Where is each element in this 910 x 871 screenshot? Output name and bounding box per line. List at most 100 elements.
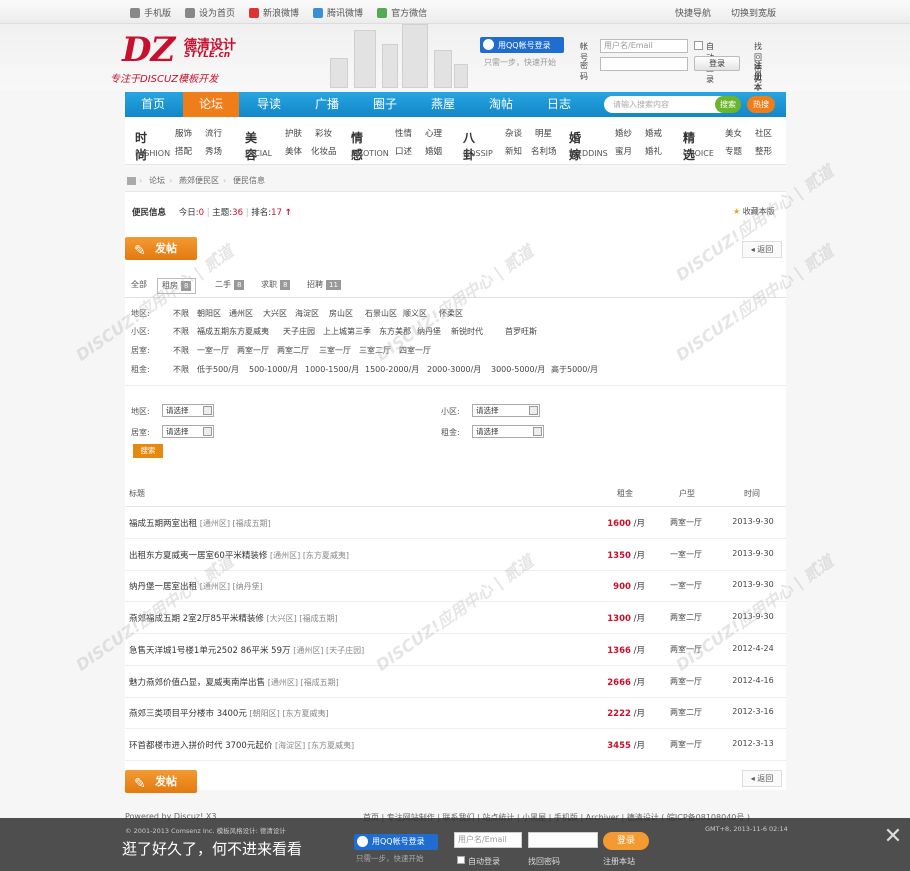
nav-hot-search-button[interactable]: 热搜 xyxy=(747,96,775,113)
nav-yanwu[interactable]: 燕屋 xyxy=(415,92,471,117)
listing-tags[interactable]: [大兴区] [福成五期] xyxy=(267,614,338,623)
table-row[interactable]: 纳丹堡一居室出租 [通州区] [纳丹堡] 900 /月 一室一厅 2013-9-30 xyxy=(125,570,786,603)
category-link[interactable]: 婚戒 xyxy=(645,127,662,139)
home-icon[interactable] xyxy=(127,177,136,185)
category-link[interactable]: 婚礼 xyxy=(645,145,662,157)
new-post-button-top[interactable]: ✎ 发帖 xyxy=(125,237,197,260)
qq-login-button[interactable]: 用QQ帐号登录 xyxy=(480,37,564,53)
bar-password-input[interactable] xyxy=(528,832,598,848)
filter-option[interactable]: 高于5000/月 xyxy=(551,364,598,375)
wide-mode-link[interactable]: 切换到宽版 xyxy=(731,6,776,19)
tab-hiring[interactable]: 招聘 11 xyxy=(303,278,345,294)
table-row[interactable]: 出租东方夏威夷一居室60平米精装修 [通州区] [东方夏威夷] 1350 /月 一室… xyxy=(125,539,786,571)
account-input[interactable]: 用户名/Email xyxy=(600,39,688,53)
filter-option[interactable]: 纳丹堡 xyxy=(417,326,441,337)
filter-option[interactable]: 怀柔区 xyxy=(439,308,463,319)
listing-title[interactable]: 燕郊三类项目平分楼市 3400元 xyxy=(129,709,247,719)
nav-guide[interactable]: 导读 xyxy=(241,92,297,117)
category-link[interactable]: 婚姻 xyxy=(425,145,442,157)
nav-broadcast[interactable]: 广播 xyxy=(299,92,355,117)
breadcrumb-section[interactable]: 燕郊便民区 xyxy=(179,172,219,190)
table-row[interactable]: 环首都楼市进入拼价时代 3700元起价 [海淀区] [东方夏威夷] 3455 /月… xyxy=(125,729,786,761)
table-row[interactable]: 急售天洋城1号楼1单元2502 86平米 59万 [通州区] [天子庄园] 136… xyxy=(125,634,786,666)
filter-option[interactable]: 不限 xyxy=(173,326,189,337)
category-link[interactable]: 性情 xyxy=(395,127,412,139)
filter-option[interactable]: 海淀区 xyxy=(295,308,319,319)
listing-tags[interactable]: [通州区] [纳丹堡] xyxy=(200,582,263,591)
category-link[interactable]: 新知 xyxy=(505,145,522,157)
category-link[interactable]: 心理 xyxy=(425,127,442,139)
table-row[interactable]: 福成五期两室出租 [通州区] [福成五期] 1600 /月 两室一厅 2013-9-3… xyxy=(125,507,786,539)
category-link[interactable]: 口述 xyxy=(395,145,412,157)
listing-tags[interactable]: [朝阳区] [东方夏威夷] xyxy=(250,709,329,718)
tab-job-seeking[interactable]: 求职 8 xyxy=(257,278,294,294)
filter-option[interactable]: 不限 xyxy=(173,345,189,356)
filter-option[interactable]: 朝阳区 xyxy=(197,308,221,319)
filter-option[interactable]: 东方美郡 xyxy=(379,326,411,337)
password-input[interactable] xyxy=(600,57,688,71)
filter-search-button[interactable]: 搜索 xyxy=(133,444,163,458)
filter-option[interactable]: 2000-3000/月 xyxy=(427,364,481,375)
listing-title[interactable]: 纳丹堡一居室出租 xyxy=(129,582,197,592)
breadcrumb-forum[interactable]: 论坛 xyxy=(149,172,165,190)
category-link[interactable]: 杂谈 xyxy=(505,127,522,139)
breadcrumb-current[interactable]: 便民信息 xyxy=(233,172,265,190)
listing-title[interactable]: 燕郊福成五期 2室2厅85平米精装修 xyxy=(129,614,264,624)
category-link[interactable]: 化妆品 xyxy=(311,145,337,157)
category-link[interactable]: 流行 xyxy=(205,127,222,139)
filter-option[interactable]: 通州区 xyxy=(229,308,253,319)
category-link[interactable]: 婚纱 xyxy=(615,127,632,139)
bar-register-link[interactable]: 注册本站 xyxy=(603,856,635,867)
category-link[interactable]: 秀场 xyxy=(205,145,222,157)
table-row[interactable]: 魅力燕郊价值凸显，夏威夷南岸出售 [通州区] [福成五期] 2666 /月 两室一厅… xyxy=(125,666,786,698)
quick-nav-link[interactable]: 快捷导航 xyxy=(675,6,711,19)
listing-title[interactable]: 出租东方夏威夷一居室60平米精装修 xyxy=(129,551,267,561)
filter-option[interactable]: 3000-5000/月 xyxy=(491,364,545,375)
filter-option[interactable]: 三室一厅 xyxy=(319,345,351,356)
filter-option[interactable]: 上上城第三季 xyxy=(323,326,371,337)
filter-option[interactable]: 一室一厅 xyxy=(197,345,229,356)
tencent-weibo-link[interactable]: 腾讯微博 xyxy=(313,6,363,19)
auto-login-checkbox[interactable] xyxy=(694,41,703,50)
table-row[interactable]: 燕郊福成五期 2室2厅85平米精装修 [大兴区] [福成五期] 1300 /月 两室… xyxy=(125,602,786,635)
category-link[interactable]: 明星 xyxy=(535,127,552,139)
category-link[interactable]: 搭配 xyxy=(175,145,192,157)
tab-secondhand[interactable]: 二手 8 xyxy=(211,278,248,294)
nav-blog[interactable]: 日志 xyxy=(531,92,587,117)
filter-option[interactable]: 不限 xyxy=(173,364,189,375)
filter-option[interactable]: 房山区 xyxy=(329,308,353,319)
rent-select[interactable]: 请选择 xyxy=(472,425,544,438)
tab-all[interactable]: 全部 xyxy=(127,278,151,294)
community-select[interactable]: 请选择 xyxy=(472,404,540,417)
listing-tags[interactable]: [海淀区] [东方夏威夷] xyxy=(275,741,354,750)
listing-title[interactable]: 环首都楼市进入拼价时代 3700元起价 xyxy=(129,741,272,751)
set-homepage-link[interactable]: 设为首页 xyxy=(185,6,235,19)
bar-account-input[interactable]: 用户名/Email xyxy=(454,832,522,848)
filter-option[interactable]: 1000-1500/月 xyxy=(305,364,359,375)
filter-option[interactable]: 两室一厅 xyxy=(237,345,269,356)
category-link[interactable]: 社区 xyxy=(755,127,772,139)
category-link[interactable]: 蜜月 xyxy=(615,145,632,157)
sina-weibo-link[interactable]: 新浪微博 xyxy=(249,6,299,19)
listing-tags[interactable]: [通州区] [东方夏威夷] xyxy=(270,551,349,560)
filter-option[interactable]: 三室二厅 xyxy=(359,345,391,356)
filter-option[interactable]: 石景山区 xyxy=(365,308,397,319)
filter-option[interactable]: 500-1000/月 xyxy=(249,364,298,375)
bar-qq-login-button[interactable]: 用QQ帐号登录 xyxy=(354,834,438,850)
bar-auto-login-checkbox[interactable] xyxy=(457,856,465,864)
filter-option[interactable]: 四室一厅 xyxy=(399,345,431,356)
filter-option[interactable]: 大兴区 xyxy=(263,308,287,319)
category-link[interactable]: 彩妆 xyxy=(315,127,332,139)
listing-tags[interactable]: [通州区] [福成五期] xyxy=(200,519,271,528)
wechat-link[interactable]: 官方微信 xyxy=(377,6,427,19)
filter-option[interactable]: 福成五期 xyxy=(197,326,229,337)
filter-option[interactable]: 低于500/月 xyxy=(197,364,239,375)
category-link[interactable]: 美体 xyxy=(285,145,302,157)
listing-title[interactable]: 急售天洋城1号楼1单元2502 86平米 59万 xyxy=(129,646,291,656)
nav-home[interactable]: 首页 xyxy=(125,92,181,117)
site-logo[interactable]: DZ 德清设计 STYLE.cn 专注于DISCUZ模板开发 xyxy=(110,30,270,85)
listing-tags[interactable]: [通州区] [福成五期] xyxy=(268,678,339,687)
new-post-button-bottom[interactable]: ✎ 发帖 xyxy=(125,770,197,793)
table-row[interactable]: 燕郊三类项目平分楼市 3400元 [朝阳区] [东方夏威夷] 2222 /月 两室二… xyxy=(125,697,786,730)
listing-tags[interactable]: [通州区] [天子庄园] xyxy=(293,646,364,655)
